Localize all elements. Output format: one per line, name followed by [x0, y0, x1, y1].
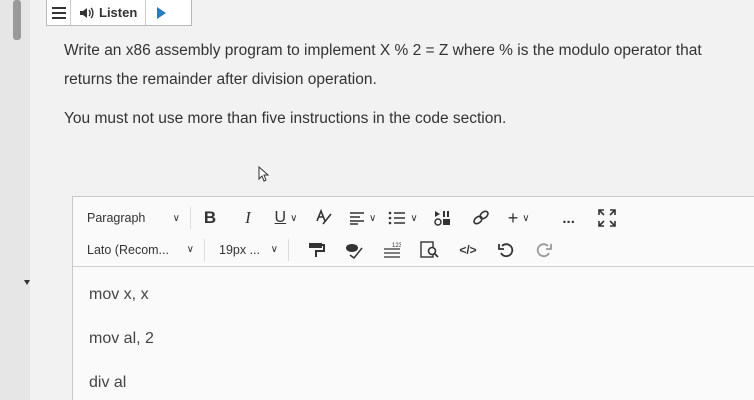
listen-toolbar: Listen	[46, 0, 192, 26]
play-button[interactable]	[146, 6, 176, 19]
chevron-down-icon: ∨	[410, 212, 418, 224]
chevron-down-icon: ∨	[369, 212, 377, 224]
align-left-icon	[350, 212, 364, 225]
more-options-button[interactable]: ...	[556, 204, 582, 232]
text-color-button[interactable]	[311, 204, 337, 232]
constraint-text: You must not use more than five instruct…	[64, 110, 507, 127]
redo-icon	[536, 242, 552, 257]
bold-button[interactable]: B	[197, 204, 223, 232]
chevron-down-icon: ∨	[290, 212, 298, 224]
rich-text-editor: Paragraph ∨ B I U ∨ ∨ ∨ + ∨ ... Lato (Re…	[72, 196, 754, 400]
chevron-down-icon: ∨	[172, 212, 180, 224]
media-icon	[433, 211, 450, 226]
highlight-button[interactable]	[341, 236, 367, 264]
redo-button[interactable]	[531, 236, 557, 264]
superscript-icon: 123	[384, 243, 401, 258]
chevron-down-icon: ∨	[270, 244, 278, 255]
html-editor-button[interactable]: </>	[455, 236, 481, 264]
speaker-icon	[80, 7, 94, 18]
undo-icon	[498, 242, 514, 257]
svg-text:123: 123	[392, 243, 401, 249]
listen-label: Listen	[99, 5, 138, 20]
code-line[interactable]: mov al, 2	[89, 329, 154, 373]
mouse-cursor-icon	[258, 166, 270, 182]
plus-icon: +	[507, 207, 519, 228]
paragraph-select-value: Paragraph	[87, 211, 146, 225]
left-rail	[0, 0, 30, 400]
highlighter-icon	[346, 243, 363, 259]
code-line[interactable]: mov x, x	[89, 285, 154, 329]
underline-icon: U	[274, 209, 287, 226]
editor-content[interactable]: mov x, x mov al, 2 div al	[89, 285, 154, 400]
scrollbar-thumb[interactable]	[13, 0, 21, 40]
insert-button[interactable]: + ∨	[506, 204, 532, 232]
link-icon	[472, 210, 489, 225]
link-button[interactable]	[468, 204, 494, 232]
list-button[interactable]: ∨	[388, 204, 418, 232]
find-icon	[420, 240, 439, 258]
media-button[interactable]	[430, 204, 456, 232]
font-family-select-value: Lato (Recom...	[87, 242, 169, 257]
bullet-list-icon	[389, 211, 406, 225]
underline-button[interactable]: U ∨	[273, 204, 299, 232]
paint-roller-icon	[309, 242, 325, 257]
font-size-select-value: 19px ...	[219, 242, 260, 257]
toolbar-row-2: Lato (Recom... ∨ 19px ... ∨ 123 </>	[73, 233, 754, 267]
question-text: Write an x86 assembly program to impleme…	[64, 42, 702, 88]
toolbar-row-1: Paragraph ∨ B I U ∨ ∨ ∨ + ∨ ...	[73, 201, 754, 235]
text-color-icon	[316, 209, 332, 225]
italic-button[interactable]: I	[235, 204, 261, 232]
code-line[interactable]: div al	[89, 373, 154, 400]
code-icon: </>	[459, 242, 477, 257]
font-size-select[interactable]: 19px ... ∨	[205, 238, 289, 261]
undo-button[interactable]	[493, 236, 519, 264]
menu-icon[interactable]	[47, 0, 71, 25]
align-button[interactable]: ∨	[349, 204, 376, 232]
scroll-arrow-icon[interactable]	[24, 280, 30, 285]
expand-icon	[597, 209, 616, 227]
format-painter-button[interactable]	[303, 236, 329, 264]
find-replace-button[interactable]	[417, 236, 443, 264]
chevron-down-icon: ∨	[186, 244, 194, 255]
listen-button[interactable]: Listen	[71, 0, 147, 25]
fullscreen-button[interactable]	[594, 204, 620, 232]
chevron-down-icon: ∨	[522, 212, 530, 224]
superscript-button[interactable]: 123	[379, 236, 405, 264]
font-family-select[interactable]: Lato (Recom... ∨	[73, 238, 205, 261]
paragraph-select[interactable]: Paragraph ∨	[73, 207, 191, 229]
play-icon	[156, 6, 166, 19]
